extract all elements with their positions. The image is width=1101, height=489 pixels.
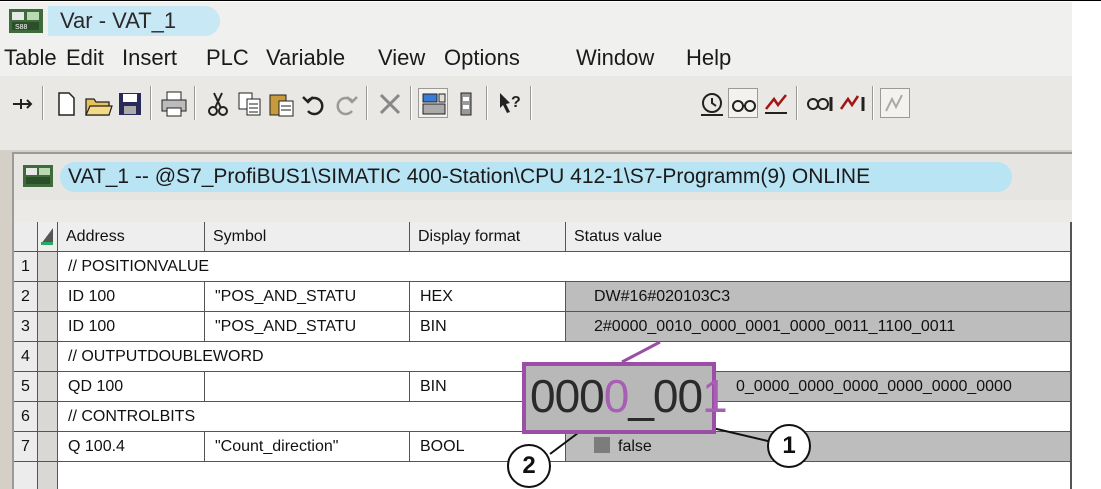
- bool-status-text: false: [618, 438, 652, 455]
- save-icon[interactable]: [114, 88, 144, 118]
- address-cell[interactable]: QD 100: [58, 372, 205, 402]
- row-selector[interactable]: [38, 342, 58, 372]
- format-cell[interactable]: BIN: [410, 312, 566, 342]
- title-bar: S88 Var - VAT_1: [0, 2, 1072, 40]
- column-header-status-value[interactable]: Status value: [566, 222, 1072, 252]
- row-number[interactable]: 7: [14, 432, 38, 462]
- vat-app-icon: S88: [9, 9, 43, 33]
- address-cell[interactable]: ID 100: [58, 312, 205, 342]
- toolbar-separator: [150, 86, 152, 120]
- row-selector[interactable]: [38, 282, 58, 312]
- row-number[interactable]: 5: [14, 372, 38, 402]
- toolbar-separator: [530, 86, 532, 120]
- symbol-cell[interactable]: [205, 372, 410, 402]
- status-value-cell: 2#0000_0010_0000_0001_0000_0011_1100_001…: [566, 312, 1072, 342]
- comment-cell[interactable]: // POSITIONVALUE: [58, 252, 1072, 282]
- bool-state-swatch: [594, 437, 610, 453]
- vat-child-window: VAT_1 -- @S7_ProfiBUS1\SIMATIC 400-Stati…: [12, 152, 1072, 489]
- row-number[interactable]: 2: [14, 282, 38, 312]
- undo-icon[interactable]: [298, 88, 328, 118]
- row-selector[interactable]: [38, 402, 58, 432]
- window-title: Var - VAT_1: [48, 6, 220, 36]
- vat-window-title: VAT_1 -- @S7_ProfiBUS1\SIMATIC 400-Stati…: [60, 162, 1012, 192]
- column-header-symbol[interactable]: Symbol: [205, 222, 410, 252]
- trigger-icon[interactable]: [696, 88, 726, 118]
- toolbar-separator: [194, 86, 196, 120]
- svg-text:S88: S88: [15, 24, 28, 31]
- address-cell[interactable]: ID 100: [58, 282, 205, 312]
- zoom-magnifier: 0000_001: [522, 362, 728, 434]
- callout-2: 2: [507, 444, 551, 488]
- table-header-icon: [41, 228, 53, 245]
- new-icon[interactable]: [50, 88, 80, 118]
- toolbar-separator: [486, 86, 488, 120]
- column-selector-header[interactable]: [38, 222, 58, 252]
- paste-icon[interactable]: [266, 88, 296, 118]
- pin-icon[interactable]: [6, 88, 36, 118]
- menu-help[interactable]: Help: [686, 42, 731, 74]
- svg-text:?: ?: [511, 94, 521, 111]
- print-icon[interactable]: [158, 88, 188, 118]
- row-selector[interactable]: [38, 432, 58, 462]
- row-selector[interactable]: [38, 252, 58, 282]
- delete-icon[interactable]: [374, 88, 404, 118]
- toolbar-separator: [366, 86, 368, 120]
- empty-row-cell[interactable]: [58, 462, 1072, 489]
- row-number[interactable]: 6: [14, 402, 38, 432]
- zoom-digit-highlight-2: 0: [603, 370, 630, 422]
- address-cell[interactable]: Q 100.4: [58, 432, 205, 462]
- symbol-cell[interactable]: "Count_direction": [205, 432, 410, 462]
- callout-1: 1: [767, 424, 811, 468]
- zoom-digits-a: 000: [530, 370, 605, 422]
- symbol-cell[interactable]: "POS_AND_STATU: [205, 282, 410, 312]
- top-frame-line: [0, 0, 1101, 1]
- zoom-digits-c: _00: [628, 370, 703, 422]
- menu-insert[interactable]: Insert: [122, 42, 177, 74]
- corner-cell: [14, 222, 38, 252]
- monitor-icon[interactable]: [450, 88, 480, 118]
- open-icon[interactable]: [82, 88, 113, 118]
- row-selector[interactable]: [38, 462, 58, 489]
- column-header-address[interactable]: Address: [58, 222, 205, 252]
- vat-window-icon: [23, 165, 53, 187]
- copy-icon[interactable]: [234, 88, 264, 118]
- monitor-immediate-icon[interactable]: [804, 88, 834, 118]
- menu-plc[interactable]: PLC: [206, 42, 249, 74]
- row-number[interactable]: 1: [14, 252, 38, 282]
- column-header-display-format[interactable]: Display format: [410, 222, 566, 252]
- help-context-icon[interactable]: ?: [494, 88, 524, 118]
- menu-view[interactable]: View: [378, 42, 425, 74]
- cut-icon[interactable]: [202, 88, 232, 118]
- menu-options[interactable]: Options: [444, 42, 520, 74]
- toolbar: ?: [0, 76, 1072, 150]
- menu-table[interactable]: Table: [4, 42, 57, 74]
- menu-variable[interactable]: Variable: [266, 42, 345, 74]
- online-icon[interactable]: [418, 88, 448, 118]
- vat-title-bar: VAT_1 -- @S7_ProfiBUS1\SIMATIC 400-Stati…: [14, 154, 1072, 200]
- toolbar-separator: [42, 86, 44, 120]
- format-cell[interactable]: HEX: [410, 282, 566, 312]
- redo-icon[interactable]: [330, 88, 360, 118]
- modify-variable-icon[interactable]: [760, 88, 790, 118]
- modify-immediate-icon[interactable]: [836, 88, 866, 118]
- status-value-cell: DW#16#020103C3: [566, 282, 1072, 312]
- toolbar-separator: [872, 86, 874, 120]
- menu-edit[interactable]: Edit: [66, 42, 104, 74]
- menu-bar: Table Edit Insert PLC Variable View Opti…: [0, 40, 1072, 76]
- menu-window[interactable]: Window: [576, 42, 654, 74]
- zoom-digit-highlight-1: 1: [702, 370, 728, 422]
- status-value-cell: false: [566, 432, 1072, 462]
- row-number[interactable]: [14, 462, 38, 489]
- row-selector[interactable]: [38, 312, 58, 342]
- row-selector[interactable]: [38, 372, 58, 402]
- monitor-variable-icon[interactable]: [728, 88, 758, 118]
- toolbar-separator: [410, 86, 412, 120]
- symbol-cell[interactable]: "POS_AND_STATU: [205, 312, 410, 342]
- row-number[interactable]: 3: [14, 312, 38, 342]
- force-icon[interactable]: [880, 88, 910, 118]
- row-number[interactable]: 4: [14, 342, 38, 372]
- toolbar-separator: [796, 86, 798, 120]
- grid-right-border: [1070, 222, 1072, 489]
